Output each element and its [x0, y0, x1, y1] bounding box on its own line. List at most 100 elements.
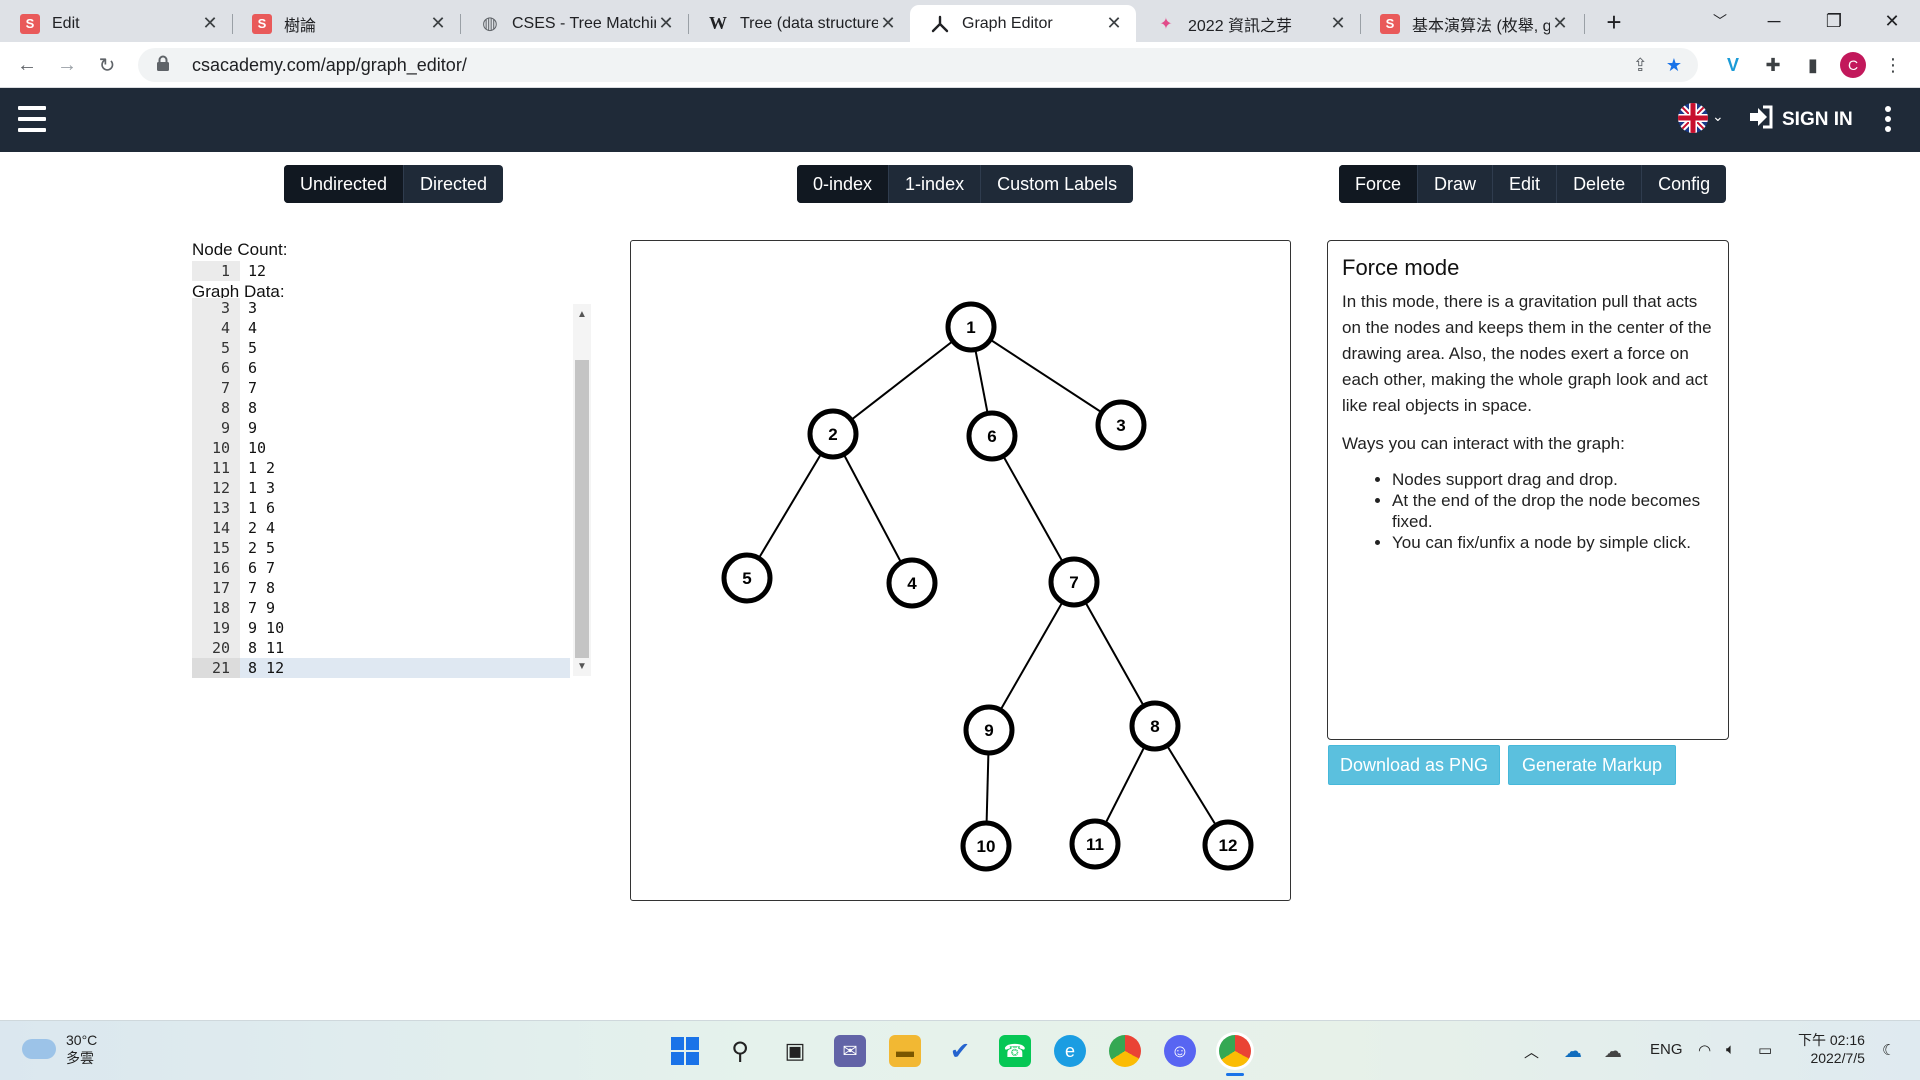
browser-tab-cses[interactable]: ◍ CSES - Tree Matching ✕ — [460, 5, 688, 42]
forward-icon[interactable]: → — [52, 50, 82, 80]
editor-line[interactable]: 66 — [192, 358, 570, 378]
browser-tab-edit[interactable]: S Edit ✕ — [0, 5, 232, 42]
graph-node[interactable]: 11 — [1069, 818, 1121, 870]
window-close-icon[interactable]: ✕ — [1864, 0, 1920, 42]
graph-node[interactable]: 12 — [1202, 819, 1254, 871]
editor-line[interactable]: 10 10 — [192, 438, 570, 458]
graph-node[interactable]: 4 — [886, 557, 938, 609]
draw-mode-button[interactable]: Draw — [1418, 165, 1494, 203]
directed-button[interactable]: Directed — [404, 165, 503, 203]
site-more-icon[interactable] — [1884, 106, 1892, 132]
editor-line[interactable]: 77 — [192, 378, 570, 398]
close-icon[interactable]: ✕ — [1550, 13, 1570, 34]
browser-tab-algorithms[interactable]: S 基本演算法 (枚舉, gre ✕ — [1360, 5, 1582, 42]
force-mode-button[interactable]: Force — [1339, 165, 1419, 203]
chrome-icon[interactable] — [1109, 1035, 1141, 1067]
editor-line[interactable]: 17 7 8 — [192, 578, 570, 598]
editor-line[interactable]: 44 — [192, 318, 570, 338]
address-bar[interactable]: csacademy.com/app/graph_editor/ ⇪ ★ — [138, 48, 1698, 82]
close-icon[interactable]: ✕ — [878, 13, 898, 34]
input-language[interactable]: ENG — [1650, 1041, 1683, 1058]
graph-node[interactable]: 10 — [960, 820, 1012, 872]
onedrive-icon[interactable]: ☁ — [1564, 1041, 1582, 1062]
graph-drawing[interactable]: 12 345678910 11 12 — [631, 241, 1292, 902]
graph-node[interactable]: 2 — [807, 408, 859, 460]
close-icon[interactable]: ✕ — [200, 13, 220, 34]
lock-icon[interactable] — [156, 55, 178, 76]
wifi-icon[interactable]: ◠ — [1698, 1041, 1711, 1059]
generate-markup-button[interactable]: Generate Markup — [1508, 745, 1676, 785]
editor-line[interactable]: 11 1 2 — [192, 458, 570, 478]
system-clock[interactable]: 下午 02:16 2022/7/5 — [1798, 1031, 1865, 1067]
graph-node[interactable]: 5 — [721, 552, 773, 604]
battery-icon[interactable]: ▭ — [1758, 1041, 1772, 1059]
graph-node[interactable]: 8 — [1129, 700, 1181, 752]
graph-node[interactable]: 9 — [963, 704, 1015, 756]
node-count-editor[interactable]: 1 12 — [192, 261, 592, 281]
file-explorer-icon[interactable]: ▬ — [889, 1035, 921, 1067]
editor-line[interactable]: 21 8 12 — [192, 658, 570, 678]
browser-menu-icon[interactable]: ⋮ — [1880, 52, 1906, 78]
edit-mode-button[interactable]: Edit — [1493, 165, 1558, 203]
vimeo-extension-icon[interactable]: V — [1720, 52, 1746, 78]
notifications-icon[interactable]: ☾ — [1882, 1041, 1895, 1059]
close-icon[interactable]: ✕ — [428, 13, 448, 34]
editor-line[interactable]: 18 7 9 — [192, 598, 570, 618]
language-chevron-down-icon[interactable]: ⌄ — [1712, 108, 1724, 125]
browser-tab-sprout[interactable]: ✦ 2022 資訊之芽 ✕ — [1136, 5, 1360, 42]
editor-line[interactable]: 88 — [192, 398, 570, 418]
browser-tab-graph-editor[interactable]: Graph Editor ✕ — [910, 5, 1136, 42]
browser-tab-tree-theory[interactable]: S 樹論 ✕ — [232, 5, 460, 42]
volume-icon[interactable]: 🔈︎ — [1726, 1041, 1735, 1058]
close-icon[interactable]: ✕ — [1104, 13, 1124, 34]
close-icon[interactable]: ✕ — [656, 13, 676, 34]
scroll-down-icon[interactable]: ▼ — [574, 658, 590, 674]
chrome-profile-icon[interactable] — [1219, 1035, 1251, 1067]
search-icon[interactable]: ⚲ — [724, 1035, 756, 1067]
bookmark-star-icon[interactable]: ★ — [1666, 55, 1682, 76]
editor-line[interactable]: 55 — [192, 338, 570, 358]
cloud-sync-icon[interactable]: ☁ — [1604, 1041, 1622, 1062]
graph-node[interactable]: 6 — [966, 410, 1018, 462]
graph-data-editor[interactable]: 3 3 4 4 5 5 6 6 7 7 8 8 9 9 10 10 11 1 2 12 1 3 13 1 6 14 2 4 15… — [192, 298, 570, 678]
todo-icon[interactable]: ✔ — [944, 1035, 976, 1067]
share-icon[interactable]: ⇪ — [1633, 55, 1648, 76]
editor-line[interactable]: 15 2 5 — [192, 538, 570, 558]
hamburger-menu-icon[interactable] — [18, 106, 46, 132]
profile-avatar[interactable]: C — [1840, 52, 1866, 78]
editor-line[interactable]: 19 9 10 — [192, 618, 570, 638]
side-panel-icon[interactable]: ▮ — [1800, 52, 1826, 78]
graph-canvas[interactable]: 1 2 3 4 5 6 7 8 9 10 11 12 — [630, 240, 1291, 901]
uk-flag-icon[interactable] — [1678, 103, 1708, 133]
edge-browser-icon[interactable]: e — [1054, 1035, 1086, 1067]
editor-line[interactable]: 16 6 7 — [192, 558, 570, 578]
browser-tab-wikipedia[interactable]: W Tree (data structure) ✕ — [688, 5, 910, 42]
restore-icon[interactable]: ❐ — [1806, 0, 1862, 42]
minimize-icon[interactable]: ─ — [1746, 0, 1802, 42]
editor-line[interactable]: 13 1 6 — [192, 498, 570, 518]
close-icon[interactable]: ✕ — [1328, 13, 1348, 34]
graph-node[interactable]: 7 — [1048, 556, 1100, 608]
zero-index-button[interactable]: 0-index — [797, 165, 890, 203]
discord-icon[interactable]: ☺ — [1164, 1035, 1196, 1067]
download-png-button[interactable]: Download as PNG — [1328, 745, 1500, 785]
undirected-button[interactable]: Undirected — [284, 165, 405, 203]
back-icon[interactable]: ← — [12, 50, 42, 80]
editor-line[interactable]: 99 — [192, 418, 570, 438]
teams-chat-icon[interactable]: ✉ — [834, 1035, 866, 1067]
config-mode-button[interactable]: Config — [1642, 165, 1726, 203]
weather-widget[interactable]: 30°C 多雲 — [22, 1031, 97, 1067]
line-app-icon[interactable]: ☎ — [999, 1035, 1031, 1067]
scroll-up-icon[interactable]: ▲ — [574, 306, 590, 322]
editor-scrollbar-thumb[interactable] — [575, 360, 589, 658]
extensions-puzzle-icon[interactable]: ✚ — [1760, 52, 1786, 78]
editor-line[interactable]: 33 — [192, 298, 570, 318]
graph-node[interactable]: 3 — [1095, 399, 1147, 451]
show-hidden-icons-icon[interactable]: ︿ — [1524, 1041, 1539, 1062]
one-index-button[interactable]: 1-index — [889, 165, 982, 203]
tab-search-icon[interactable]: ﹀ — [1692, 0, 1748, 42]
windows-start-icon[interactable] — [669, 1035, 701, 1067]
editor-line[interactable]: 14 2 4 — [192, 518, 570, 538]
graph-node[interactable]: 1 — [945, 301, 997, 353]
task-view-icon[interactable]: ▣ — [779, 1035, 811, 1067]
